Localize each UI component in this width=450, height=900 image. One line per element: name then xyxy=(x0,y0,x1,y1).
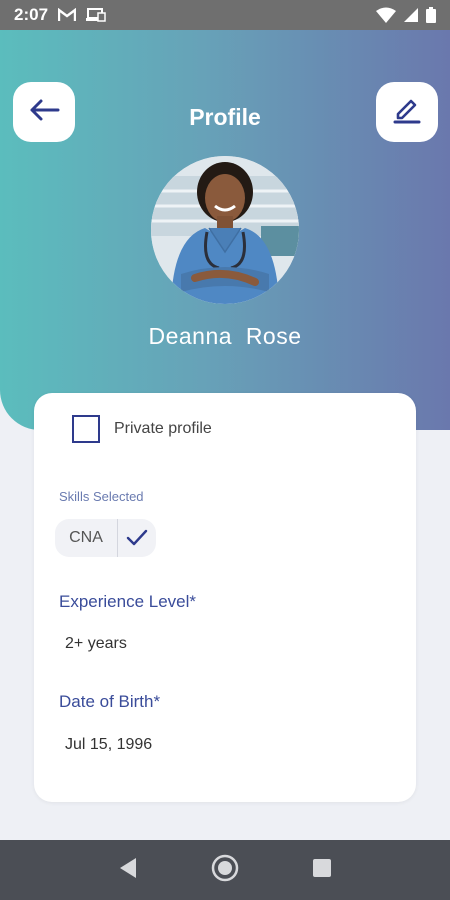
nav-home-icon xyxy=(210,853,240,888)
skill-chip-cna[interactable]: CNA xyxy=(55,519,156,557)
status-right xyxy=(376,7,436,23)
system-nav-bar xyxy=(0,840,450,900)
skill-chip-label: CNA xyxy=(69,529,103,546)
status-bar: 2:07 xyxy=(0,0,450,30)
signal-icon xyxy=(404,8,418,22)
private-profile-label: Private profile xyxy=(114,420,212,437)
profile-screen: 2:07 Profile Deanna Rose Private profile… xyxy=(0,0,450,900)
status-time: 2:07 xyxy=(14,5,49,24)
experience-level-label: Experience Level* xyxy=(59,592,197,611)
wifi-icon xyxy=(376,7,396,23)
private-profile-toggle[interactable]: Private profile xyxy=(72,415,212,443)
nav-back-icon xyxy=(118,857,138,884)
cast-icon xyxy=(86,8,106,22)
profile-details-card: Private profile Skills Selected CNA Expe… xyxy=(34,393,416,802)
user-name: Deanna Rose xyxy=(148,323,302,349)
experience-level-value[interactable]: 2+ years xyxy=(65,635,127,653)
date-of-birth-value[interactable]: Jul 15, 1996 xyxy=(65,736,152,754)
battery-icon xyxy=(426,7,436,23)
avatar xyxy=(151,156,299,304)
checkmark-icon xyxy=(118,529,156,547)
status-left: 2:07 xyxy=(14,5,106,25)
nav-recents-button[interactable] xyxy=(302,850,342,890)
private-profile-checkbox[interactable] xyxy=(72,415,100,443)
nav-home-button[interactable] xyxy=(205,850,245,890)
nav-back-button[interactable] xyxy=(108,850,148,890)
skills-selected-label: Skills Selected xyxy=(59,489,144,504)
edit-profile-button[interactable] xyxy=(376,82,438,142)
nav-recents-icon xyxy=(312,858,332,883)
gmail-icon xyxy=(58,8,77,22)
date-of-birth-label: Date of Birth* xyxy=(59,692,161,711)
pencil-icon xyxy=(392,95,422,130)
